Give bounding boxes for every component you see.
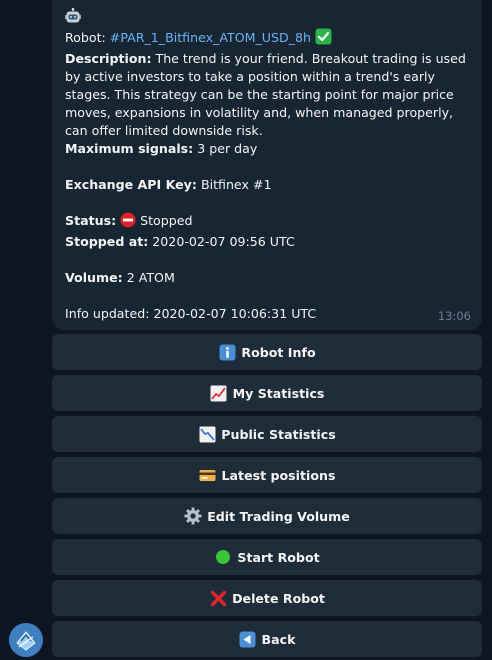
start-robot-button[interactable]: Start Robot bbox=[52, 539, 482, 575]
robot-info-button[interactable]: Robot Info bbox=[52, 334, 482, 370]
my-statistics-button[interactable]: My Statistics bbox=[52, 375, 482, 411]
latest-positions-label: Latest positions bbox=[221, 467, 336, 483]
edit-trading-volume-button[interactable]: Edit Trading Volume bbox=[52, 498, 482, 534]
gear-icon bbox=[184, 507, 202, 525]
my-statistics-label: My Statistics bbox=[232, 385, 325, 401]
info-icon bbox=[218, 343, 236, 361]
stopped-at-line: Stopped at: 2020-02-07 09:56 UTC bbox=[65, 233, 469, 251]
robot-icon bbox=[65, 8, 83, 28]
message-bubble: Robot: #PAR_1_Bitfinex_ATOM_USD_8h Descr… bbox=[52, 0, 482, 330]
status-value: Stopped bbox=[136, 213, 193, 228]
edit-trading-volume-label: Edit Trading Volume bbox=[207, 508, 350, 524]
stopped-at-label: Stopped at: bbox=[65, 234, 149, 249]
status-line: Status: Stopped bbox=[65, 212, 469, 233]
green-circle-icon bbox=[214, 548, 232, 566]
credit-card-icon bbox=[199, 466, 217, 484]
public-statistics-button[interactable]: Public Statistics bbox=[52, 416, 482, 452]
chart-up-icon bbox=[210, 384, 228, 402]
back-arrow-icon bbox=[239, 630, 257, 648]
check-mark-icon bbox=[315, 28, 332, 50]
volume-line: Volume: 2 ATOM bbox=[65, 269, 469, 287]
public-statistics-label: Public Statistics bbox=[221, 426, 336, 442]
delete-robot-label: Delete Robot bbox=[232, 590, 325, 606]
volume-label: Volume: bbox=[65, 270, 123, 285]
volume-value: 2 ATOM bbox=[122, 270, 175, 285]
api-key-line: Exchange API Key: Bitfinex #1 bbox=[65, 176, 469, 194]
message-time: 13:06 bbox=[437, 309, 471, 323]
back-button[interactable]: Back bbox=[52, 621, 482, 657]
robot-line: Robot: #PAR_1_Bitfinex_ATOM_USD_8h bbox=[65, 28, 469, 50]
description-label: Description: bbox=[65, 51, 152, 66]
status-label: Status: bbox=[65, 213, 117, 228]
robot-label: Robot: bbox=[65, 30, 110, 45]
stopped-at-value: 2020-02-07 09:56 UTC bbox=[148, 234, 295, 249]
info-updated: Info updated: 2020-02-07 10:06:31 UTC bbox=[65, 306, 317, 321]
robot-hashtag-link[interactable]: #PAR_1_Bitfinex_ATOM_USD_8h bbox=[110, 30, 311, 45]
delete-robot-button[interactable]: Delete Robot bbox=[52, 580, 482, 616]
robot-info-label: Robot Info bbox=[241, 344, 316, 360]
cross-mark-icon bbox=[209, 589, 227, 607]
max-signals-label: Maximum signals: bbox=[65, 141, 194, 156]
chart-down-icon bbox=[198, 425, 216, 443]
bot-avatar[interactable] bbox=[9, 623, 43, 657]
back-label: Back bbox=[261, 631, 296, 647]
api-key-value: Bitfinex #1 bbox=[196, 177, 272, 192]
start-robot-label: Start Robot bbox=[237, 549, 320, 565]
api-key-label: Exchange API Key: bbox=[65, 177, 197, 192]
max-signals-line: Maximum signals: 3 per day bbox=[65, 140, 469, 158]
latest-positions-button[interactable]: Latest positions bbox=[52, 457, 482, 493]
max-signals-value: 3 per day bbox=[193, 141, 258, 156]
description: Description: The trend is your friend. B… bbox=[65, 50, 469, 140]
no-entry-icon bbox=[120, 212, 136, 233]
